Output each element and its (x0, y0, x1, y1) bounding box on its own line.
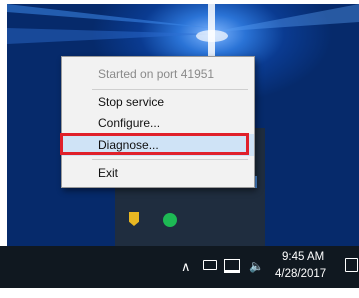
menu-item-configure[interactable]: Configure... (62, 112, 254, 134)
menu-item-diagnose[interactable]: Diagnose... (60, 133, 254, 156)
clock-time[interactable]: 9:45 AM (282, 251, 324, 263)
network-icon[interactable] (224, 259, 240, 273)
clock-date[interactable]: 4/28/2017 (275, 268, 326, 280)
menu-item-stop-service[interactable]: Stop service (62, 91, 254, 113)
screen: Started on port 41951 Stop service Confi… (0, 0, 359, 298)
spotify-icon[interactable] (163, 213, 177, 227)
menu-separator (92, 89, 248, 90)
shield-icon[interactable] (129, 212, 139, 226)
context-menu: Started on port 41951 Stop service Confi… (60, 56, 255, 188)
desktop-wallpaper: Started on port 41951 Stop service Confi… (7, 4, 359, 246)
chevron-up-icon[interactable]: ∧ (181, 260, 191, 274)
menu-separator (92, 159, 248, 160)
menu-item-status: Started on port 41951 (98, 67, 215, 81)
taskbar: ∧ 🔈 9:45 AM 4/28/2017 (0, 246, 359, 288)
menu-item-exit[interactable]: Exit (62, 162, 254, 184)
menu-item-diagnose-label: Diagnose... (98, 138, 159, 152)
battery-icon[interactable] (203, 260, 217, 270)
notification-icon[interactable] (345, 258, 358, 272)
volume-icon[interactable]: 🔈 (249, 259, 264, 273)
